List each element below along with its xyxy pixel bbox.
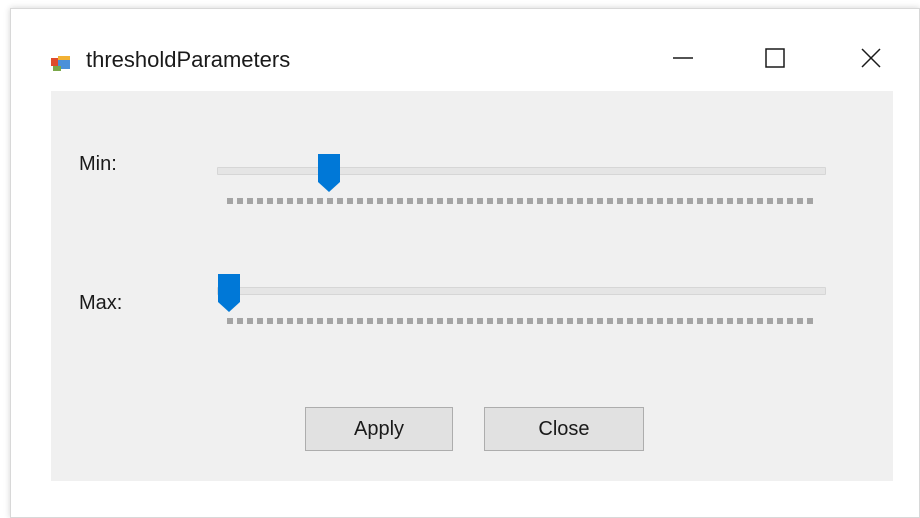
slider-ticks: [227, 198, 814, 204]
close-window-button[interactable]: [841, 37, 901, 79]
client-area: Min: Max: Apply Close: [51, 91, 893, 481]
app-window-icon: [51, 56, 70, 71]
min-slider[interactable]: [217, 153, 827, 207]
minimize-button[interactable]: [653, 37, 713, 79]
maximize-button[interactable]: [745, 37, 805, 79]
slider-ticks: [227, 318, 814, 324]
slider-thumb[interactable]: [317, 153, 341, 193]
maximize-icon: [765, 48, 785, 68]
max-slider[interactable]: [217, 273, 827, 327]
minimize-icon: [673, 57, 693, 59]
apply-button[interactable]: Apply: [305, 407, 453, 451]
min-label: Min:: [79, 153, 117, 175]
close-icon: [861, 48, 881, 68]
slider-thumb[interactable]: [217, 273, 241, 313]
max-label: Max:: [79, 292, 123, 314]
title-bar[interactable]: thresholdParameters: [11, 9, 919, 91]
slider-track[interactable]: [217, 287, 826, 295]
threshold-parameters-window: thresholdParameters Min: Max: Apply Clos…: [10, 8, 920, 518]
slider-track[interactable]: [217, 167, 826, 175]
close-button[interactable]: Close: [484, 407, 644, 451]
window-title: thresholdParameters: [86, 47, 291, 72]
